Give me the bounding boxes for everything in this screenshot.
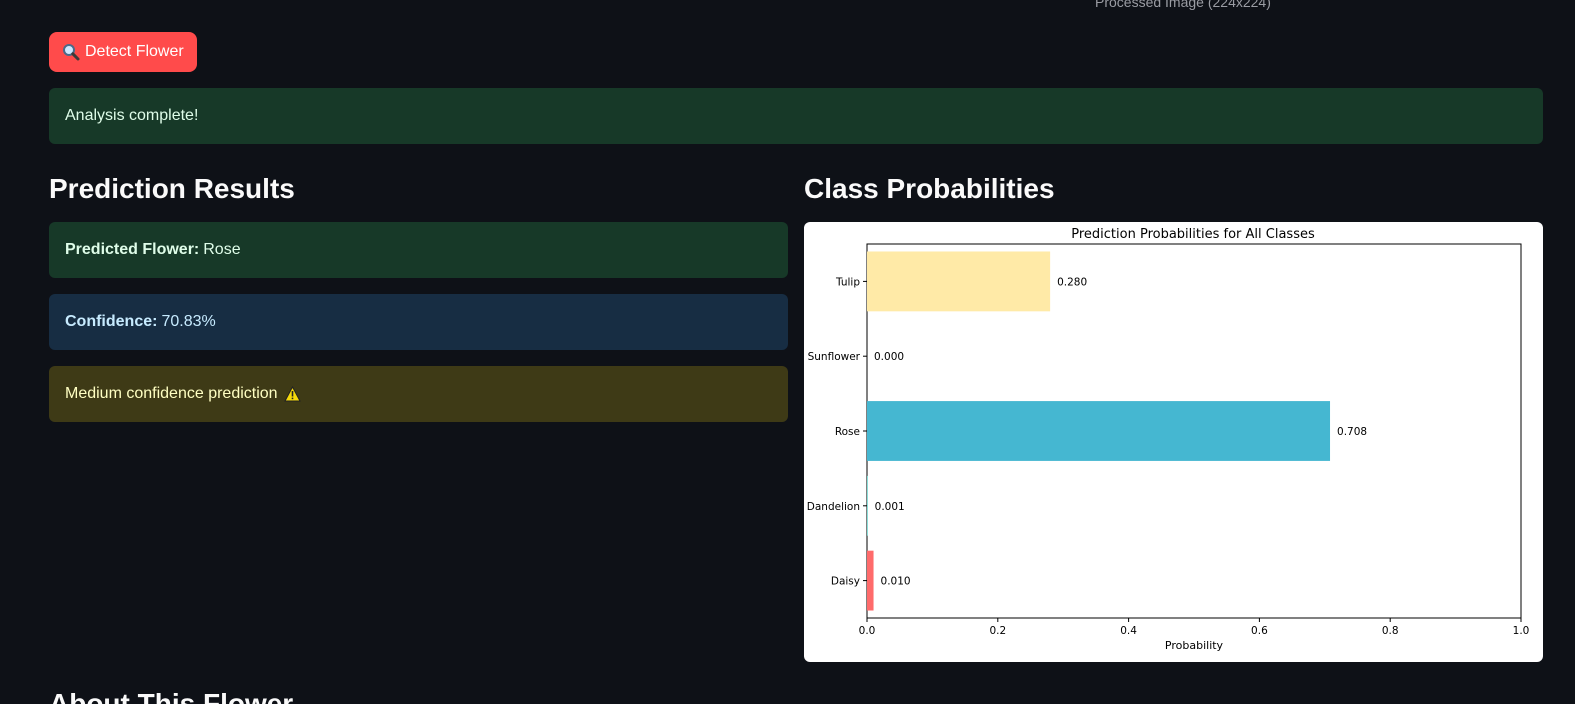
predicted-flower-alert: Predicted Flower: Rose [49, 222, 788, 278]
value-label-sunflower: 0.000 [874, 351, 904, 363]
analysis-status-text: Analysis complete! [65, 107, 199, 124]
y-tick-label-rose: Rose [835, 426, 860, 438]
confidence-warning-alert: Medium confidence prediction [49, 366, 788, 422]
y-axis: Daisy Dandelion Rose Sunflower Tulip [807, 276, 867, 588]
warning-icon [283, 386, 301, 402]
bar-dandelion [867, 475, 868, 536]
confidence-alert: Confidence: 70.83% [49, 294, 788, 350]
confidence-value: 70.83% [161, 313, 216, 330]
value-label-tulip: 0.280 [1057, 276, 1087, 288]
bar-daisy [867, 550, 874, 611]
x-tick-label: 0.0 [859, 625, 876, 637]
probability-bar-chart: Prediction Probabilities for All Classes… [807, 227, 1530, 652]
processed-image-caption: Processed Image (224x224) [1095, 0, 1271, 10]
class-probabilities-heading: Class Probabilities [804, 173, 1055, 204]
y-tick-label-tulip: Tulip [835, 276, 860, 288]
analysis-status-alert: Analysis complete! [49, 88, 1543, 144]
value-label-dandelion: 0.001 [875, 501, 905, 513]
detect-flower-button[interactable]: Detect Flower [49, 32, 197, 72]
y-tick-label-sunflower: Sunflower [808, 351, 861, 363]
confidence-label: Confidence: [65, 313, 158, 330]
bar-rose [867, 401, 1331, 461]
predicted-flower-label: Predicted Flower: [65, 241, 200, 258]
x-axis: 0.0 0.2 0.4 0.6 0.8 1.0 [859, 618, 1530, 637]
bars-layer: 0.010 0.001 0.708 0.000 0.280 [867, 251, 1367, 611]
y-tick-label-daisy: Daisy [831, 576, 860, 588]
about-flower-heading: About This Flower [49, 688, 294, 704]
value-label-daisy: 0.010 [881, 576, 911, 588]
class-probabilities-chart: Prediction Probabilities for All Classes… [804, 222, 1543, 662]
x-axis-label: Probability [1165, 639, 1224, 652]
page: Processed Image (224x224) Detect Flower … [0, 0, 1575, 704]
x-tick-label: 0.4 [1120, 625, 1137, 637]
chart-title: Prediction Probabilities for All Classes [1071, 227, 1315, 242]
predicted-flower-value: Rose [203, 241, 241, 258]
x-tick-label: 0.8 [1382, 625, 1399, 637]
prediction-results-heading: Prediction Results [49, 173, 295, 204]
value-label-rose: 0.708 [1337, 426, 1367, 438]
y-tick-label-dandelion: Dandelion [807, 501, 860, 513]
x-tick-label: 0.2 [989, 625, 1006, 637]
confidence-warning-text: Medium confidence prediction [65, 385, 278, 402]
magnifying-glass-icon [62, 43, 80, 61]
bar-tulip [867, 251, 1051, 312]
detect-flower-label: Detect Flower [85, 43, 184, 60]
x-tick-label: 1.0 [1513, 625, 1530, 637]
x-tick-label: 0.6 [1251, 625, 1268, 637]
